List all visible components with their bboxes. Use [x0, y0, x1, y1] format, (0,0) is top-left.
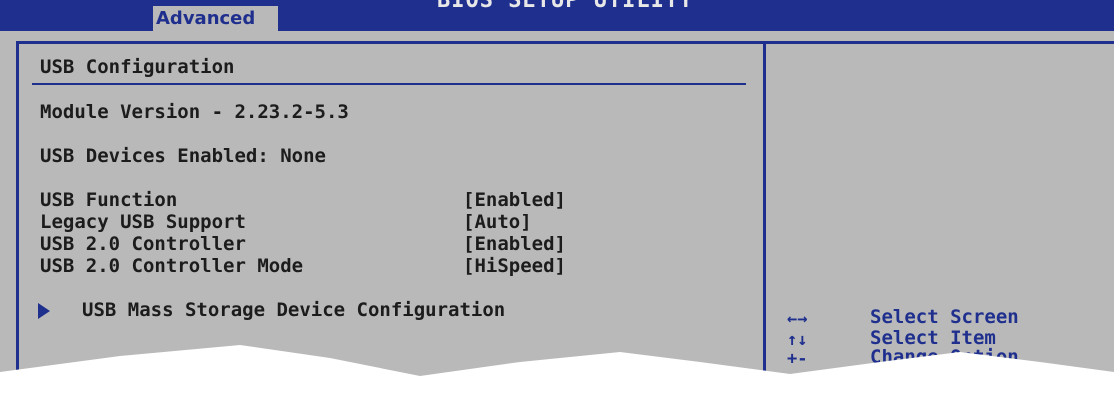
setting-value[interactable]: [HiSpeed] — [463, 255, 566, 277]
help-change-option: Change Option — [870, 346, 1019, 368]
key-plus-minus: +- — [787, 349, 808, 369]
submenu-label: USB Mass Storage Device Configuration — [82, 299, 506, 321]
page-title: USB Configuration — [40, 56, 235, 78]
triangle-right-icon — [38, 303, 50, 319]
setting-value[interactable]: [Enabled] — [463, 189, 566, 211]
module-version: Module Version - 2.23.2-5.3 — [40, 101, 349, 123]
utility-title: BIOS SETUP UTILITY — [437, 0, 694, 13]
frame-top-border — [16, 41, 1114, 44]
top-menu-bar: BIOS SETUP UTILITY Advanced — [0, 0, 1114, 31]
setting-value[interactable]: [Enabled] — [463, 233, 566, 255]
setting-label: Legacy USB Support — [40, 211, 246, 233]
key-left-right: ←→ — [787, 309, 808, 329]
setting-value[interactable]: [Auto] — [463, 211, 532, 233]
setting-label: USB 2.0 Controller Mode — [40, 255, 304, 277]
help-select-screen: Select Screen — [870, 306, 1019, 328]
help-panel-divider — [763, 41, 766, 398]
tab-advanced[interactable]: Advanced — [153, 6, 278, 31]
key-up-down: ↑↓ — [787, 330, 808, 350]
setting-label: USB 2.0 Controller — [40, 233, 246, 255]
usb-devices-enabled: USB Devices Enabled: None — [40, 145, 326, 167]
frame-left-border — [16, 41, 19, 398]
setting-label: USB Function — [40, 189, 178, 211]
title-underline — [32, 83, 746, 85]
